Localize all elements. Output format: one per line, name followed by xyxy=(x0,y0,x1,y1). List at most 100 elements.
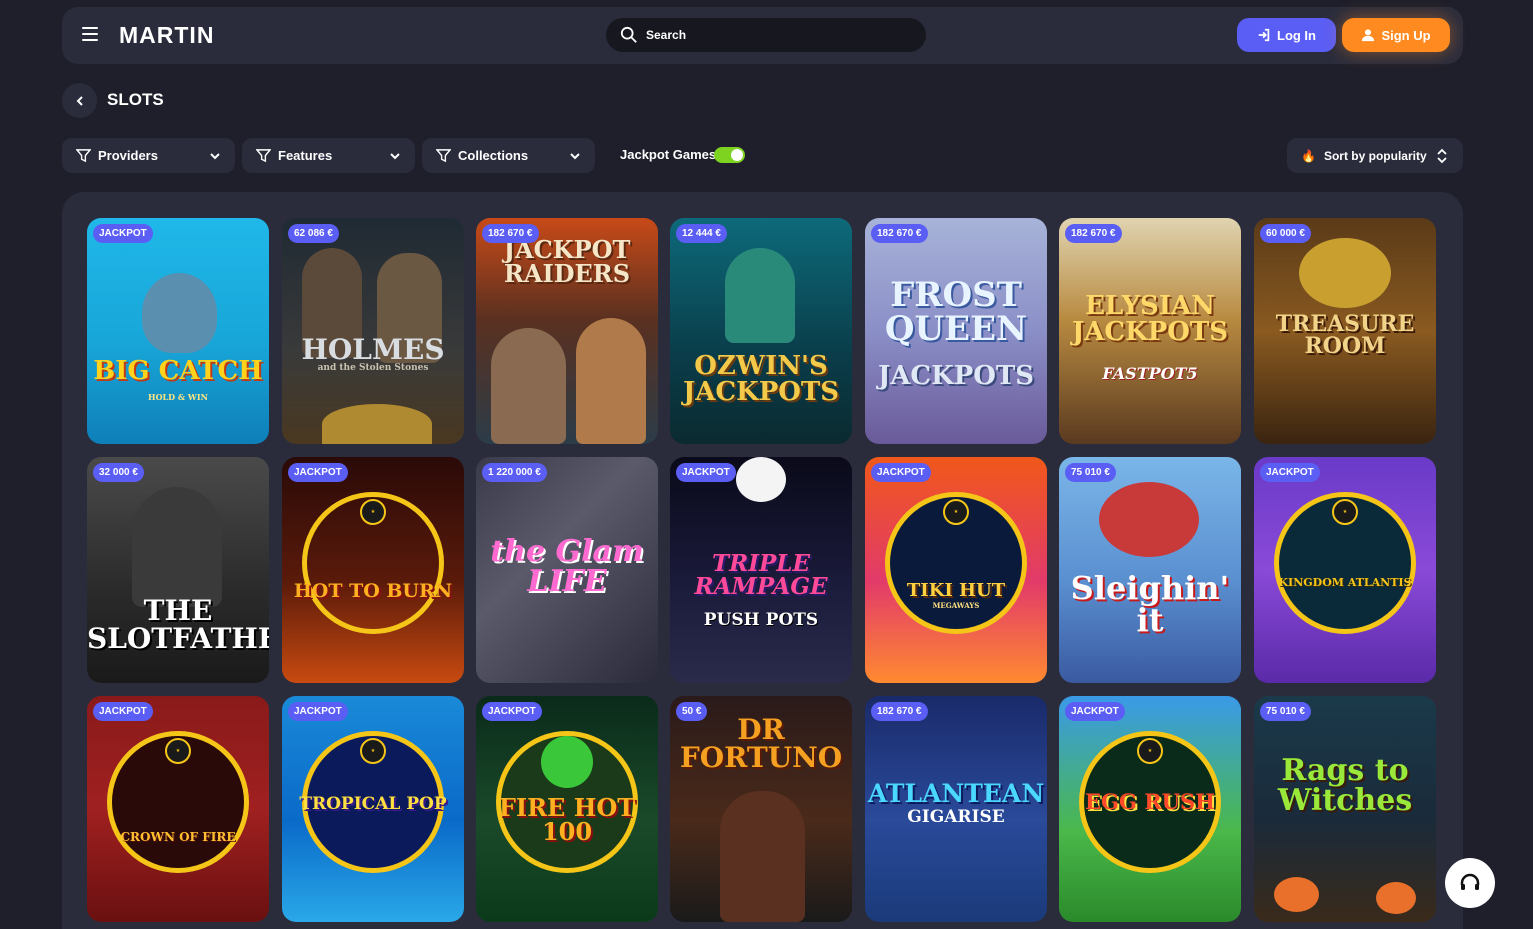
sort-dropdown[interactable]: 🔥 Sort by popularity xyxy=(1287,138,1463,173)
jackpot-badge: JACKPOT xyxy=(1065,702,1125,721)
jackpot-play-icon: ★ xyxy=(1137,738,1163,764)
jackpot-badge: 12 444 € xyxy=(676,224,727,243)
chevron-down-icon xyxy=(390,153,400,160)
site-logo[interactable]: MARTIN xyxy=(119,22,214,49)
game-tile-treasure-room[interactable]: 60 000 € TREASURE ROOM xyxy=(1254,218,1436,444)
game-title: HOLMES xyxy=(301,333,445,366)
search-icon xyxy=(620,26,637,43)
search-placeholder: Search xyxy=(646,28,687,42)
features-filter-dropdown[interactable]: Features xyxy=(242,138,415,173)
game-tile-sleighin-it[interactable]: 75 010 € Sleighin' it xyxy=(1059,457,1241,683)
game-title: DR FORTUNO xyxy=(679,713,843,774)
jackpot-badge: JACKPOT xyxy=(871,463,931,482)
game-title: CROWN OF FIRE xyxy=(120,830,236,844)
jackpot-games-label: Jackpot Games xyxy=(620,147,717,162)
clover-art xyxy=(541,736,593,788)
game-subtitle: GIGARISE xyxy=(907,807,1005,827)
jackpot-badge: 32 000 € xyxy=(93,463,144,482)
providers-filter-dropdown[interactable]: Providers xyxy=(62,138,235,173)
login-button[interactable]: Log In xyxy=(1237,18,1336,52)
support-chat-button[interactable] xyxy=(1445,858,1495,908)
game-tile-elysian-jackpots[interactable]: 182 670 € ELYSIAN JACKPOTS FASTPOT5 xyxy=(1059,218,1241,444)
login-label: Log In xyxy=(1277,27,1316,43)
game-title: EGG RUSH xyxy=(1085,789,1215,814)
game-title: HOT TO BURN xyxy=(293,580,453,602)
user-icon xyxy=(1362,29,1375,42)
game-title: TIKI HUT xyxy=(906,580,1006,601)
collections-filter-dropdown[interactable]: Collections xyxy=(422,138,595,173)
game-tile-kingdom-atlantis[interactable]: JACKPOT ★ KINGDOM ATLANTIS xyxy=(1254,457,1436,683)
game-tile-dr-fortuno[interactable]: 50 € DR FORTUNO xyxy=(670,696,852,922)
login-arrow-icon xyxy=(1258,28,1270,42)
chevron-left-icon xyxy=(76,95,83,106)
jackpot-badge: 182 670 € xyxy=(871,702,928,721)
game-tile-the-slotfather[interactable]: 32 000 € THE SLOTFATHER xyxy=(87,457,269,683)
jackpot-badge: JACKPOT xyxy=(482,702,542,721)
game-tile-holmes[interactable]: 62 086 € HOLMES and the Stolen Stones xyxy=(282,218,464,444)
top-navigation-bar: MARTIN Search Log In Sign Up xyxy=(62,7,1463,64)
game-title: OZWIN'S JACKPOTS xyxy=(682,351,840,407)
game-tile-ozwins-jackpots[interactable]: 12 444 € OZWIN'S JACKPOTS xyxy=(670,218,852,444)
providers-label: Providers xyxy=(98,148,158,163)
jackpot-badge: 75 010 € xyxy=(1065,463,1116,482)
game-title: BIG CATCH xyxy=(93,356,263,386)
jackpot-badge: 182 670 € xyxy=(482,224,539,243)
sort-label: Sort by popularity xyxy=(1323,148,1427,163)
chevron-down-icon xyxy=(570,153,580,160)
game-title: TRIPLE RAMPAGE xyxy=(694,550,828,600)
game-subtitle: JACKPOTS xyxy=(877,361,1035,391)
jackpot-play-icon: ★ xyxy=(360,499,386,525)
filter-funnel-icon xyxy=(436,149,451,163)
game-title: Sleighin' it xyxy=(1070,569,1230,639)
game-title: the Glam LIFE xyxy=(490,534,644,599)
game-tile-crown-of-fire[interactable]: JACKPOT ★ CROWN OF FIRE xyxy=(87,696,269,922)
search-input[interactable]: Search xyxy=(606,18,926,52)
fire-icon: 🔥 xyxy=(1301,148,1316,163)
character-art xyxy=(491,328,566,444)
jackpot-badge: 75 010 € xyxy=(1260,702,1311,721)
game-title: TREASURE ROOM xyxy=(1275,311,1415,359)
game-title: FROST QUEEN xyxy=(884,275,1028,349)
game-subtitle: MEGAWAYS xyxy=(932,601,980,610)
golden-sun-art xyxy=(1299,238,1391,308)
game-tile-rags-to-witches[interactable]: 75 010 € Rags to Witches xyxy=(1254,696,1436,922)
game-title: FIRE HOT 100 xyxy=(498,793,636,846)
chevron-down-icon xyxy=(210,153,220,160)
page-title: SLOTS xyxy=(107,90,164,109)
headset-icon xyxy=(1460,873,1480,890)
game-tile-tiki-hut[interactable]: JACKPOT ★ TIKI HUT MEGAWAYS xyxy=(865,457,1047,683)
jackpot-play-icon: ★ xyxy=(1332,499,1358,525)
filter-funnel-icon xyxy=(76,149,91,163)
game-tile-hot-to-burn[interactable]: JACKPOT ★ HOT TO BURN xyxy=(282,457,464,683)
game-title: ATLANTEAN xyxy=(867,779,1045,808)
jackpot-badge: 182 670 € xyxy=(871,224,928,243)
jackpot-badge: JACKPOT xyxy=(676,463,736,482)
signup-label: Sign Up xyxy=(1381,27,1431,43)
pumpkin-art xyxy=(1376,882,1416,914)
jackpot-badge: JACKPOT xyxy=(93,224,153,243)
mobster-art xyxy=(132,487,222,607)
back-button[interactable] xyxy=(62,83,97,118)
game-title: THE SLOTFATHER xyxy=(87,594,269,655)
sort-updown-icon xyxy=(1437,148,1447,164)
game-tile-egg-rush[interactable]: JACKPOT ★ EGG RUSH xyxy=(1059,696,1241,922)
jackpot-badge: JACKPOT xyxy=(1260,463,1320,482)
game-tile-tropical-pop[interactable]: JACKPOT ★ TROPICAL POP xyxy=(282,696,464,922)
game-tile-atlantean[interactable]: 182 670 € ATLANTEAN GIGARISE xyxy=(865,696,1047,922)
signup-button[interactable]: Sign Up xyxy=(1342,18,1450,52)
game-tile-the-glam-life[interactable]: 1 220 000 € the Glam LIFE xyxy=(476,457,658,683)
jackpot-badge: JACKPOT xyxy=(93,702,153,721)
hamburger-menu-icon[interactable] xyxy=(82,27,98,41)
game-tile-triple-rampage[interactable]: JACKPOT TRIPLE RAMPAGE PUSH POTS xyxy=(670,457,852,683)
game-title: JACKPOT RAIDERS xyxy=(503,235,631,288)
jackpot-badge: 62 086 € xyxy=(288,224,339,243)
jackpot-badge: 1 220 000 € xyxy=(482,463,547,482)
game-subtitle: and the Stolen Stones xyxy=(317,363,429,373)
game-subtitle: HOLD & WIN xyxy=(148,392,208,402)
game-tile-jackpot-raiders[interactable]: 182 670 € JACKPOT RAIDERS xyxy=(476,218,658,444)
santa-art xyxy=(1099,482,1199,557)
game-tile-big-catch[interactable]: JACKPOT BIG CATCH HOLD & WIN xyxy=(87,218,269,444)
jackpot-games-toggle[interactable] xyxy=(714,147,745,163)
game-tile-frost-queen[interactable]: 182 670 € FROST QUEEN JACKPOTS xyxy=(865,218,1047,444)
game-tile-fire-hot-100[interactable]: JACKPOT FIRE HOT 100 xyxy=(476,696,658,922)
